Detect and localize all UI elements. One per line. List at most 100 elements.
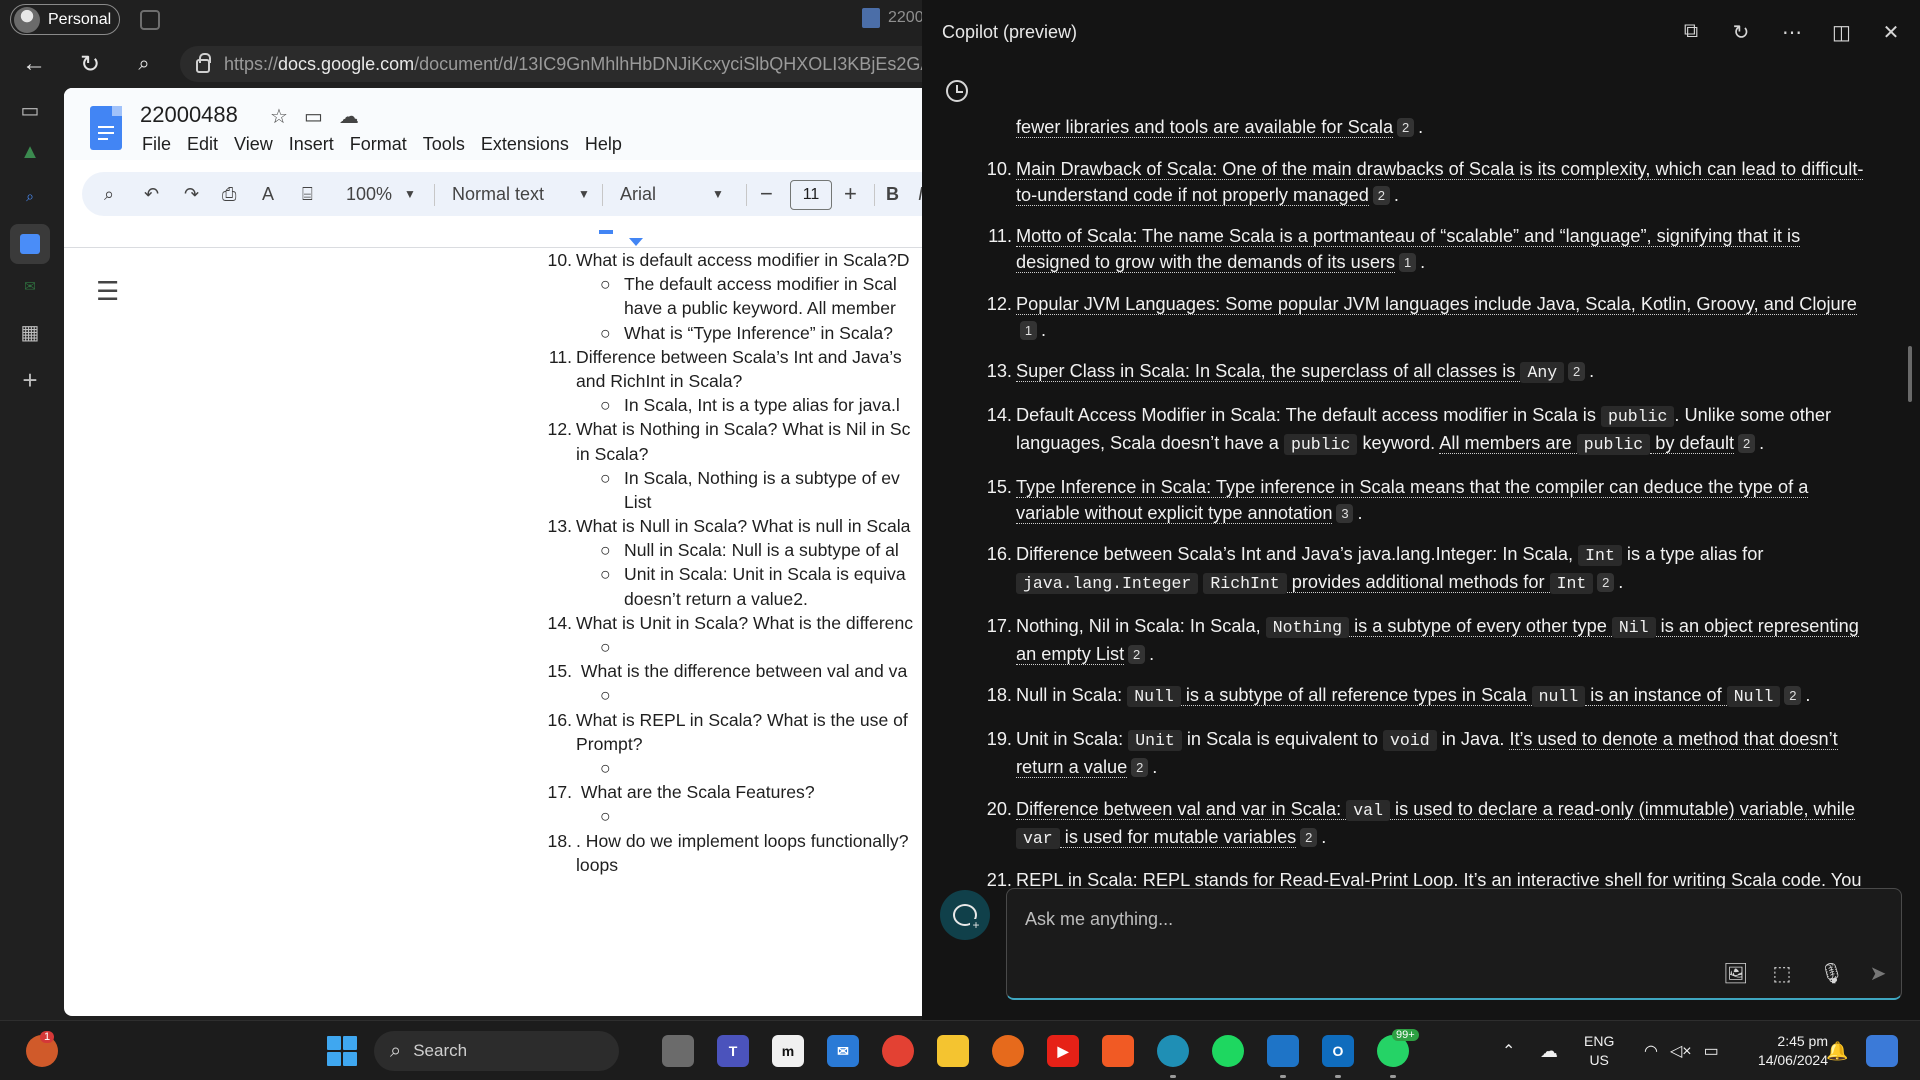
- history-icon[interactable]: [946, 80, 968, 102]
- moodle-icon[interactable]: m: [772, 1035, 804, 1067]
- menu-file[interactable]: File: [142, 134, 171, 155]
- document-line[interactable]: Prompt?: [542, 732, 922, 756]
- back-arrow-icon[interactable]: ←: [18, 48, 50, 80]
- clock[interactable]: 2:45 pm 14/06/2024: [1736, 1021, 1828, 1080]
- paragraph-style-select[interactable]: Normal text ▼: [452, 172, 590, 216]
- citation-link[interactable]: 2: [1738, 433, 1756, 453]
- teams-icon[interactable]: T: [717, 1035, 749, 1067]
- document-line[interactable]: 18.. How do we implement loops functiona…: [542, 829, 922, 853]
- docs-logo-icon[interactable]: [90, 106, 122, 150]
- document-line[interactable]: ○: [542, 756, 922, 780]
- document-title[interactable]: 22000488: [140, 102, 238, 128]
- outlook-icon[interactable]: O: [1322, 1035, 1354, 1067]
- tabs-panel-icon[interactable]: ▭: [18, 98, 42, 122]
- print-icon[interactable]: ⎙: [222, 172, 236, 216]
- left-indent-marker[interactable]: [629, 238, 643, 246]
- new-topic-button[interactable]: [940, 890, 990, 940]
- paint-format-icon[interactable]: ⌸: [302, 172, 313, 216]
- citation-link[interactable]: 2: [1372, 185, 1390, 205]
- zoom-select[interactable]: 100% ▼: [346, 172, 416, 216]
- document-line[interactable]: in Scala?: [542, 442, 922, 466]
- sourced-text[interactable]: All members are: [1439, 432, 1577, 454]
- document-line[interactable]: 12. What is Nothing in Scala? What is Nil…: [542, 417, 922, 441]
- document-line[interactable]: ○ In Scala, Int is a type alias for java.…: [542, 393, 922, 417]
- document-line[interactable]: have a public keyword. All member: [542, 296, 922, 320]
- task-view-icon[interactable]: [662, 1035, 694, 1067]
- menu-insert[interactable]: Insert: [289, 134, 334, 155]
- spotify-icon[interactable]: [1212, 1035, 1244, 1067]
- wifi-icon[interactable]: ◠: [1644, 1041, 1658, 1061]
- document-line[interactable]: 13. What is Null in Scala? What is null i…: [542, 514, 922, 538]
- mail-icon[interactable]: ✉: [827, 1035, 859, 1067]
- sourced-text[interactable]: Difference between val and var in Scala:: [1016, 798, 1347, 820]
- document-line[interactable]: 16. What is REPL in Scala? What is the us…: [542, 708, 922, 732]
- battery-icon[interactable]: ▭: [1704, 1041, 1719, 1061]
- document-line[interactable]: 14. What is Unit in Scala? What is the di…: [542, 611, 922, 635]
- chrome-icon[interactable]: [882, 1035, 914, 1067]
- sourced-text[interactable]: Main Drawback of Scala: One of the main …: [1016, 158, 1864, 206]
- document-line[interactable]: 10. What is default access modifier in Sc…: [542, 248, 922, 272]
- font-size-input[interactable]: 11: [790, 180, 832, 210]
- volume-muted-icon[interactable]: ◁×: [1670, 1041, 1692, 1061]
- sourced-text[interactable]: Type Inference in Scala: Type inference …: [1016, 476, 1809, 524]
- sourced-text[interactable]: Popular JVM Languages: Some popular JVM …: [1016, 293, 1857, 315]
- copilot-taskbar-icon[interactable]: [1866, 1035, 1898, 1067]
- citation-link[interactable]: 2: [1131, 757, 1149, 777]
- sourced-text[interactable]: fewer libraries and tools are available …: [1016, 117, 1394, 138]
- document-line[interactable]: loops: [542, 853, 922, 877]
- chat-input[interactable]: [1025, 905, 1865, 933]
- menu-help[interactable]: Help: [585, 134, 622, 155]
- add-image-icon[interactable]: 🖼: [1723, 961, 1748, 986]
- ruler[interactable]: [64, 228, 922, 248]
- url-field[interactable]: https://docs.google.com/document/d/13IC9…: [180, 46, 940, 82]
- send-icon[interactable]: ➤: [1867, 961, 1889, 986]
- sourced-text[interactable]: provides additional methods for: [1286, 572, 1550, 594]
- document-line[interactable]: 15. What is the difference between val a…: [542, 659, 922, 683]
- document-line[interactable]: 11. Difference between Scala’s Int and Ja…: [542, 345, 922, 369]
- calendar-icon[interactable]: ▦: [18, 320, 42, 344]
- firefox-icon[interactable]: [992, 1035, 1024, 1067]
- more-options-icon[interactable]: ⋯: [1782, 20, 1802, 45]
- citation-link[interactable]: 2: [1597, 573, 1615, 593]
- refresh-icon[interactable]: ↻: [1732, 20, 1750, 45]
- document-line[interactable]: List: [542, 490, 922, 514]
- citation-link[interactable]: 1: [1020, 320, 1037, 340]
- increase-font-size-button[interactable]: +: [844, 172, 857, 216]
- document-line[interactable]: ○ The default access modifier in Scal: [542, 272, 922, 296]
- bold-button[interactable]: B: [886, 172, 899, 216]
- document-line[interactable]: ○ In Scala, Nothing is a subtype of ev: [542, 466, 922, 490]
- font-select[interactable]: Arial ▼: [620, 172, 724, 216]
- notification-bell-icon[interactable]: 🔔: [1826, 1021, 1848, 1080]
- citation-link[interactable]: 2: [1784, 686, 1802, 706]
- citation-link[interactable]: 2: [1397, 118, 1415, 137]
- document-line[interactable]: ○ What is “Type Inference” in Scala?: [542, 321, 922, 345]
- start-button[interactable]: [327, 1036, 357, 1066]
- document-body[interactable]: 10. What is default access modifier in Sc…: [542, 248, 922, 877]
- document-line[interactable]: and RichInt in Scala?: [542, 369, 922, 393]
- split-view-icon[interactable]: ◫: [1832, 20, 1851, 45]
- menu-edit[interactable]: Edit: [187, 134, 218, 155]
- cloud-status-icon[interactable]: ☁: [339, 104, 359, 129]
- taskbar-search[interactable]: ⌕ Search: [374, 1031, 619, 1071]
- refresh-icon[interactable]: ↻: [74, 48, 106, 80]
- add-icon[interactable]: +: [18, 365, 42, 395]
- move-folder-icon[interactable]: ▭: [304, 104, 323, 129]
- profile-button[interactable]: Personal: [10, 4, 120, 35]
- document-outline-icon[interactable]: ☰: [96, 278, 120, 304]
- sourced-text[interactable]: Super Class in Scala: In Scala, the supe…: [1016, 361, 1521, 383]
- close-icon[interactable]: ✕: [1882, 20, 1900, 45]
- file-explorer-icon[interactable]: [937, 1035, 969, 1067]
- sheets-app-icon[interactable]: ✉: [18, 274, 42, 298]
- chevron-up-icon[interactable]: ⌃: [1502, 1021, 1515, 1080]
- tab-current[interactable]: 2200: [862, 8, 924, 28]
- document-line[interactable]: doesn’t return a value2.: [542, 587, 922, 611]
- citation-link[interactable]: 2: [1568, 362, 1586, 382]
- document-line[interactable]: ○: [542, 683, 922, 707]
- sourced-text[interactable]: by default: [1650, 432, 1735, 454]
- citation-link[interactable]: 3: [1336, 503, 1354, 523]
- star-icon[interactable]: ☆: [270, 104, 288, 129]
- menu-view[interactable]: View: [234, 134, 273, 155]
- document-line[interactable]: 17. What are the Scala Features?: [542, 780, 922, 804]
- undo-icon[interactable]: ↶: [144, 172, 159, 216]
- document-line[interactable]: ○ Null in Scala: Null is a subtype of al: [542, 538, 922, 562]
